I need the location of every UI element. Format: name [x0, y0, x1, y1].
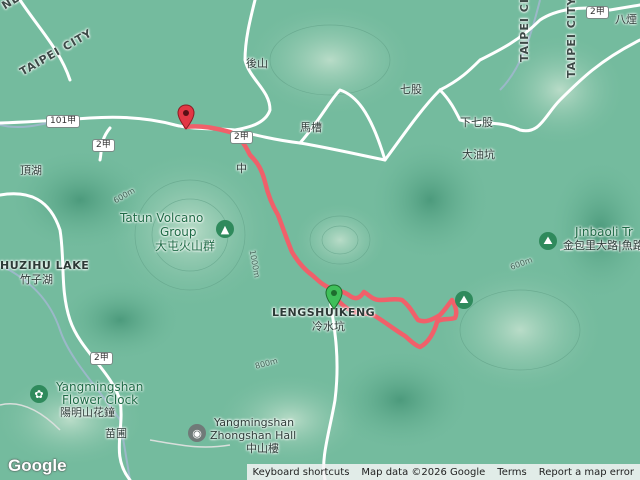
route-shield-2a: 2甲	[92, 139, 115, 152]
map-label-lengshuikeng-en: LENGSHUIKENG	[272, 306, 376, 319]
map-label-dinghu: 頂湖	[20, 164, 42, 177]
map-label-zhuzihu-en: HUZIHU LAKE	[0, 259, 90, 272]
map-label-xiaqigu: 下七股	[460, 116, 493, 129]
map-label-taipei-city-north: TAIPEI CITY	[518, 0, 531, 62]
map-label-jinbaoli-zh: 金包里大路|魚路	[563, 239, 640, 252]
map-label-zhong: 中	[236, 162, 247, 175]
hiking-icon[interactable]: ⛰	[539, 232, 557, 250]
green-flag-marker-icon[interactable]	[325, 284, 343, 310]
map-label-flower-clock-en1: Yangmingshan	[56, 380, 144, 394]
map-label-houshan: 後山	[246, 57, 268, 70]
map-label-taipei-city-north-2: TAIPEI CITY	[565, 0, 578, 78]
map-label-tatun-en2: Group	[160, 225, 197, 239]
route-shield-2b: 2甲	[230, 131, 253, 144]
map-label-tatun-en: Tatun Volcano	[120, 211, 204, 225]
flower-icon[interactable]: ✿	[30, 385, 48, 403]
map-attribution-bar: Keyboard shortcuts Map data ©2026 Google…	[246, 464, 640, 480]
map-label-zhongshan-en2: Zhongshan Hall	[210, 429, 297, 442]
mountain-icon[interactable]: ▲	[216, 220, 234, 238]
map-label-bajian: 八煙	[615, 13, 637, 26]
google-logo: Google	[8, 456, 67, 475]
map-label-miaopu: 苗圃	[105, 427, 127, 440]
map-data-text: Map data ©2026 Google	[361, 466, 486, 478]
map-label-zhuzihu-zh: 竹子湖	[20, 273, 53, 286]
map-label-flower-clock-en2: Flower Clock	[62, 393, 139, 407]
terms-link[interactable]: Terms	[497, 467, 526, 478]
location-pin-icon[interactable]	[177, 104, 195, 130]
report-map-error-link[interactable]: Report a map error	[539, 467, 634, 478]
route-shield-101: 101甲	[46, 115, 81, 128]
landmark-icon[interactable]: ◉	[188, 424, 206, 442]
map-label-lengshuikeng-zh: 冷水坑	[312, 320, 345, 333]
map-canvas[interactable]: NEW TAIPEI CITY TAIPEI CITY TAIPEI CITY …	[0, 0, 640, 480]
keyboard-shortcuts-link[interactable]: Keyboard shortcuts	[253, 467, 350, 478]
map-label-zhongshan-en1: Yangmingshan	[214, 416, 295, 429]
map-label-zhongshan-zh: 中山樓	[246, 442, 279, 455]
map-label-macao: 馬槽	[300, 121, 322, 134]
map-label-dayoukeng: 大油坑	[462, 148, 495, 161]
route-shield-2c: 2甲	[90, 352, 113, 365]
hiking-icon[interactable]: ⛰	[455, 291, 473, 309]
map-label-tatun-zh: 大屯火山群	[155, 239, 216, 253]
map-label-qigu: 七股	[400, 83, 422, 96]
map-label-flower-clock-zh: 陽明山花鐘	[60, 406, 115, 419]
route-shield-2d: 2甲	[586, 6, 609, 19]
map-label-jinbaoli-en: Jinbaoli Tr	[575, 225, 633, 239]
